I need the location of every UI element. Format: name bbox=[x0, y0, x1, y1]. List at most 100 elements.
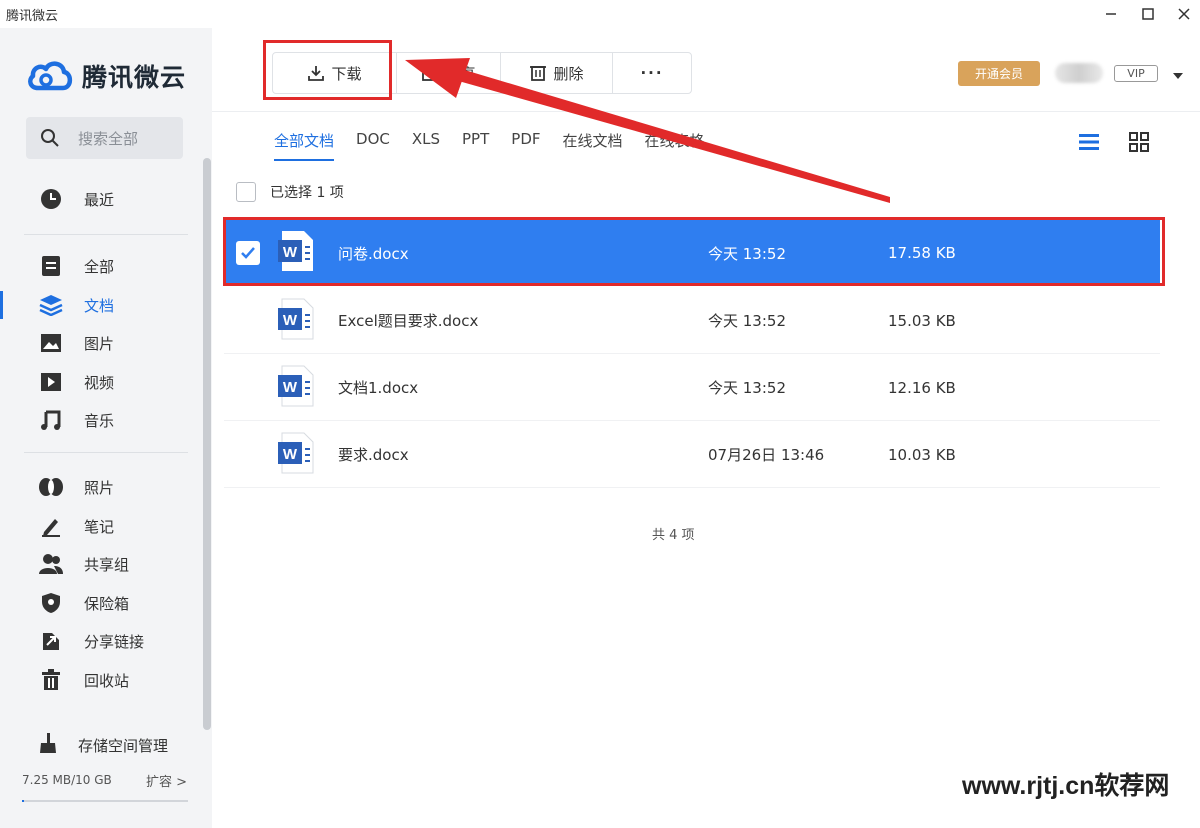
shield-icon bbox=[38, 590, 64, 616]
delete-icon bbox=[530, 66, 547, 81]
chevron-down-icon[interactable] bbox=[1172, 66, 1184, 85]
photo-icon bbox=[38, 474, 64, 500]
file-name: 文档1.docx bbox=[338, 379, 419, 397]
open-vip-button[interactable]: 开通会员 bbox=[958, 61, 1040, 86]
sidebar-item-photos[interactable]: 照片 bbox=[38, 472, 114, 502]
pen-icon bbox=[38, 513, 64, 539]
selected-row-highlight-box bbox=[223, 217, 1165, 286]
file-type-tabs: 全部文档 DOC XLS PPT PDF 在线文档 在线表格 bbox=[274, 130, 705, 161]
select-all-row: 已选择 1 项 bbox=[236, 182, 344, 202]
minimize-icon[interactable] bbox=[1100, 3, 1122, 25]
expand-storage-link[interactable]: 扩容 > bbox=[146, 771, 187, 790]
logo-text: 腾讯微云 bbox=[82, 63, 187, 92]
selection-count: 已选择 1 项 bbox=[270, 185, 344, 201]
sidebar-item-all[interactable]: 全部 bbox=[38, 251, 114, 281]
vip-badge: VIP bbox=[1114, 65, 1158, 82]
image-icon bbox=[38, 330, 64, 356]
sidebar-item-notes[interactable]: 笔记 bbox=[38, 511, 114, 541]
sidebar-item-label: 文档 bbox=[84, 296, 115, 315]
app-logo: 腾讯微云 bbox=[26, 58, 186, 94]
sidebar-item-label: 全部 bbox=[84, 257, 115, 276]
tab-doc[interactable]: DOC bbox=[356, 130, 390, 161]
tab-online-docs[interactable]: 在线文档 bbox=[563, 130, 623, 161]
download-highlight-box bbox=[263, 40, 392, 100]
sidebar-item-label: 最近 bbox=[84, 190, 115, 209]
sidebar-item-music[interactable]: 音乐 bbox=[38, 405, 114, 435]
group-icon bbox=[38, 551, 64, 577]
sidebar-item-label: 回收站 bbox=[84, 671, 130, 690]
tab-xls[interactable]: XLS bbox=[412, 130, 440, 161]
close-icon[interactable] bbox=[1173, 3, 1195, 25]
music-icon bbox=[38, 407, 64, 433]
svg-text:W: W bbox=[283, 446, 298, 463]
search-placeholder: 搜索全部 bbox=[78, 129, 139, 148]
sidebar-item-images[interactable]: 图片 bbox=[38, 328, 114, 358]
word-file-icon: W bbox=[278, 365, 314, 411]
sidebar-divider bbox=[24, 234, 188, 235]
more-button[interactable]: ··· bbox=[613, 53, 691, 93]
sidebar-item-label: 图片 bbox=[84, 334, 115, 353]
storage-used-text: 7.25 MB/10 GB bbox=[22, 773, 112, 787]
toolbar-divider bbox=[212, 111, 1200, 112]
file-time: 07月26日 13:46 bbox=[708, 446, 825, 464]
file-size: 15.03 KB bbox=[888, 311, 956, 330]
select-all-checkbox[interactable] bbox=[236, 182, 256, 202]
clock-icon bbox=[38, 186, 64, 212]
sidebar-item-label: 音乐 bbox=[84, 411, 115, 430]
word-file-icon: W bbox=[278, 298, 314, 344]
all-files-icon bbox=[38, 253, 64, 279]
delete-label: 删除 bbox=[553, 64, 584, 83]
tab-ppt[interactable]: PPT bbox=[462, 130, 489, 161]
sidebar-item-recent[interactable]: 最近 bbox=[38, 184, 114, 214]
sidebar-item-label: 共享组 bbox=[84, 555, 130, 574]
sidebar-item-label: 照片 bbox=[84, 478, 115, 497]
layers-icon bbox=[38, 292, 64, 318]
file-time: 今天 13:52 bbox=[708, 379, 786, 397]
word-file-icon: W bbox=[278, 432, 314, 478]
file-name: 要求.docx bbox=[338, 446, 409, 464]
sidebar-item-shared-group[interactable]: 共享组 bbox=[38, 549, 129, 579]
tab-pdf[interactable]: PDF bbox=[511, 130, 540, 161]
share-label: 分享 bbox=[445, 64, 476, 83]
table-row[interactable]: W 文档1.docx 今天 13:52 12.16 KB bbox=[224, 355, 1160, 421]
sidebar-item-videos[interactable]: 视频 bbox=[38, 367, 114, 397]
storage-manage-label: 存储空间管理 bbox=[78, 736, 169, 755]
watermark: www.rjtj.cn软荐网 bbox=[962, 772, 1170, 800]
svg-text:W: W bbox=[283, 379, 298, 396]
sidebar-item-vault[interactable]: 保险箱 bbox=[38, 588, 129, 618]
storage-manage-link[interactable]: 存储空间管理 bbox=[38, 732, 168, 758]
share-button[interactable]: 分享 bbox=[397, 53, 501, 93]
file-size: 12.16 KB bbox=[888, 378, 956, 397]
active-indicator bbox=[0, 291, 3, 319]
grid-view-icon[interactable] bbox=[1129, 132, 1149, 156]
sidebar-item-label: 保险箱 bbox=[84, 594, 130, 613]
delete-button[interactable]: 删除 bbox=[501, 53, 613, 93]
cloud-logo-icon bbox=[28, 61, 73, 91]
table-row[interactable]: W 要求.docx 07月26日 13:46 10.03 KB bbox=[224, 422, 1160, 488]
search-icon bbox=[41, 129, 59, 147]
storage-progress-bar bbox=[22, 800, 188, 802]
more-icon: ··· bbox=[640, 64, 664, 82]
search-input[interactable]: 搜索全部 bbox=[26, 117, 183, 159]
file-time: 今天 13:52 bbox=[708, 312, 786, 330]
sidebar-item-label: 笔记 bbox=[84, 517, 115, 536]
sidebar-item-label: 视频 bbox=[84, 373, 115, 392]
maximize-icon[interactable] bbox=[1137, 3, 1159, 25]
table-row[interactable]: W Excel题目要求.docx 今天 13:52 15.03 KB bbox=[224, 288, 1160, 354]
video-icon bbox=[38, 369, 64, 395]
sidebar: 腾讯微云 搜索全部 最近 全部 文档 图片 视频 音乐 照片 笔记 共享组 保险… bbox=[0, 28, 212, 828]
avatar[interactable] bbox=[1055, 63, 1103, 83]
sidebar-item-documents[interactable]: 文档 bbox=[38, 290, 114, 320]
title-bar: 腾讯微云 bbox=[0, 0, 1200, 28]
tab-all-docs[interactable]: 全部文档 bbox=[274, 130, 335, 161]
trash-icon bbox=[38, 667, 64, 693]
sidebar-divider bbox=[24, 452, 188, 453]
sidebar-item-label: 分享链接 bbox=[84, 632, 145, 651]
storage-progress-fill bbox=[22, 800, 24, 802]
sidebar-item-share-links[interactable]: 分享链接 bbox=[38, 626, 144, 656]
window-title: 腾讯微云 bbox=[6, 9, 59, 24]
list-view-icon[interactable] bbox=[1078, 132, 1100, 156]
tab-online-sheets[interactable]: 在线表格 bbox=[645, 130, 705, 161]
sidebar-scrollbar[interactable] bbox=[203, 158, 211, 730]
sidebar-item-recycle-bin[interactable]: 回收站 bbox=[38, 665, 129, 695]
